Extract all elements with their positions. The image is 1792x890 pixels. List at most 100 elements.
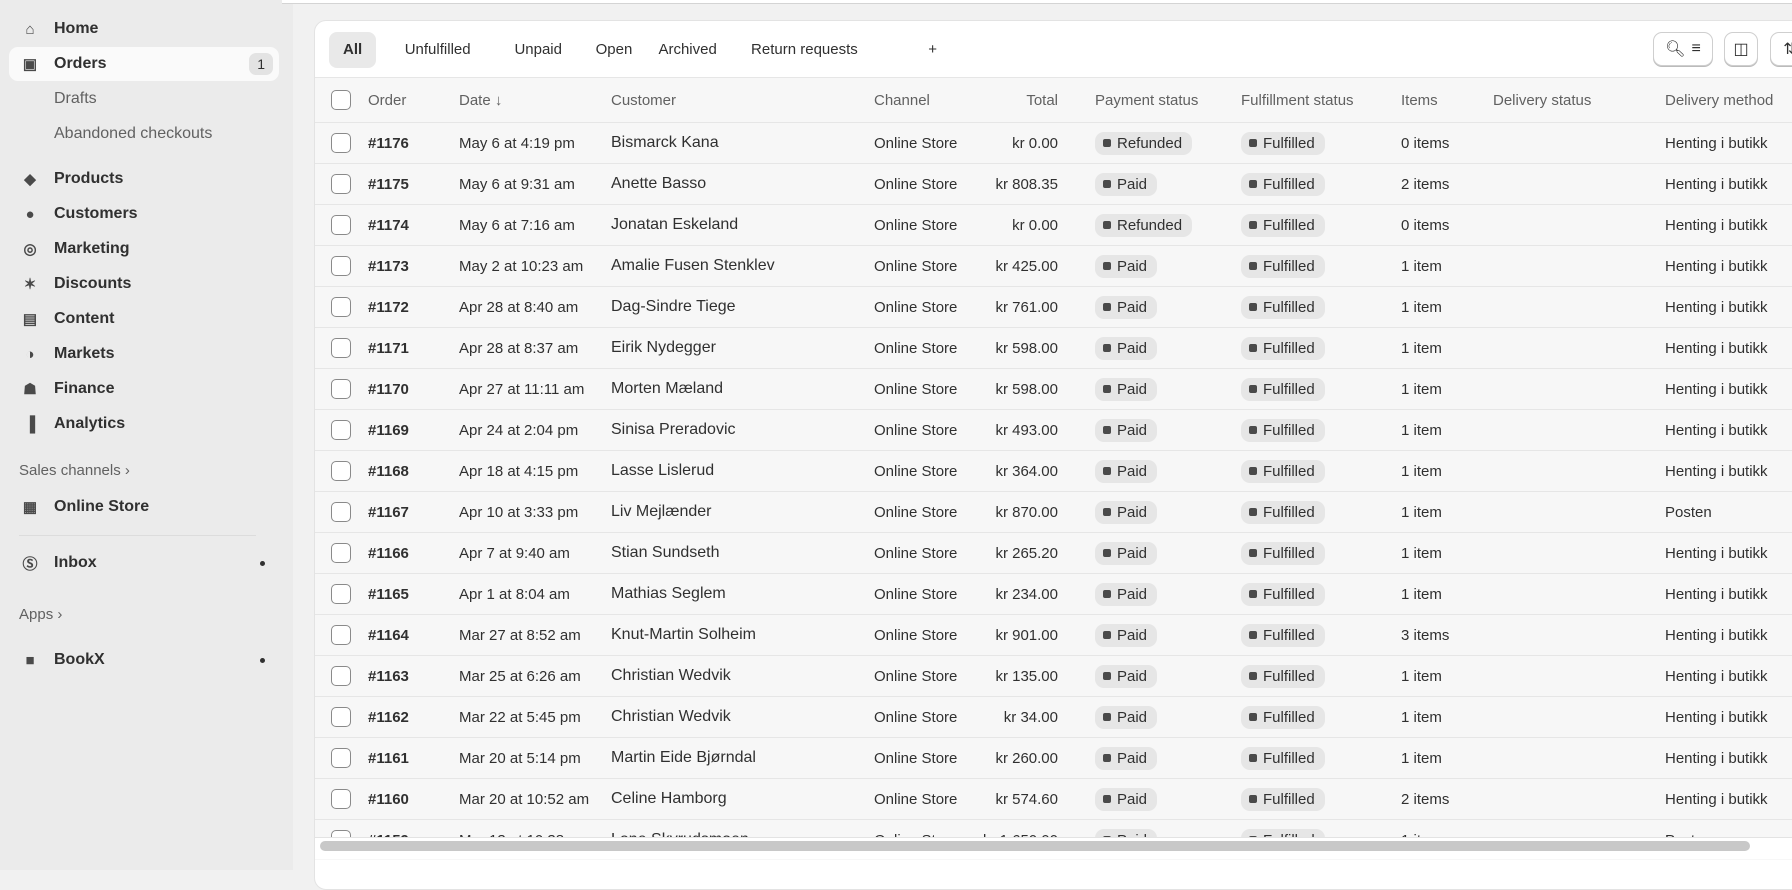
table-row[interactable]: #1162 Mar 22 at 5:45 pm Christian Wedvik…	[315, 696, 1792, 737]
col-items[interactable]: Items	[1401, 78, 1438, 122]
items-count[interactable]: 1 item	[1401, 287, 1442, 327]
order-number[interactable]: #1176	[368, 123, 409, 163]
table-row[interactable]: #1171 Apr 28 at 8:37 am Eirik Nydegger O…	[315, 327, 1792, 368]
items-count[interactable]: 1 item	[1401, 574, 1442, 614]
items-count[interactable]: 1 item	[1401, 656, 1442, 696]
row-checkbox[interactable]	[331, 707, 351, 727]
sidebar-item-products[interactable]: ◆ Products	[9, 162, 279, 196]
sidebar-item-markets[interactable]: ◑ Markets	[9, 337, 279, 371]
order-number[interactable]: #1170	[368, 369, 409, 409]
order-number[interactable]: #1160	[368, 779, 409, 819]
table-row[interactable]: #1160 Mar 20 at 10:52 am Celine Hamborg …	[315, 778, 1792, 819]
sales-channels-link[interactable]: Sales channels ›	[19, 462, 130, 479]
row-checkbox[interactable]	[331, 625, 351, 645]
col-order[interactable]: Order	[368, 78, 406, 122]
row-checkbox[interactable]	[331, 256, 351, 276]
table-row[interactable]: #1163 Mar 25 at 6:26 am Christian Wedvik…	[315, 655, 1792, 696]
apps-link[interactable]: Apps ›	[19, 606, 62, 623]
table-row[interactable]: #1174 May 6 at 7:16 am Jonatan Eskeland …	[315, 204, 1792, 245]
col-customer[interactable]: Customer	[611, 78, 676, 122]
table-row[interactable]: #1167 Apr 10 at 3:33 pm Liv Mejlænder On…	[315, 491, 1792, 532]
table-row[interactable]: #1169 Apr 24 at 2:04 pm Sinisa Preradovi…	[315, 409, 1792, 450]
col-delivery-method[interactable]: Delivery method	[1665, 78, 1773, 122]
sidebar-item-home[interactable]: ⌂ Home	[9, 12, 279, 46]
order-number[interactable]: #1165	[368, 574, 409, 614]
sidebar-item-content[interactable]: ▤ Content	[9, 302, 279, 336]
order-number[interactable]: #1162	[368, 697, 409, 737]
col-date[interactable]: Date ↓	[459, 78, 502, 122]
sidebar-item-discounts[interactable]: ✶ Discounts	[9, 267, 279, 301]
tab-add-view[interactable]: +	[914, 32, 951, 68]
items-count[interactable]: 0 items	[1401, 123, 1449, 163]
tab-unpaid[interactable]: Unpaid	[500, 32, 576, 68]
order-number[interactable]: #1168	[368, 451, 409, 491]
order-number[interactable]: #1171	[368, 328, 409, 368]
table-row[interactable]: #1173 May 2 at 10:23 am Amalie Fusen Ste…	[315, 245, 1792, 286]
items-count[interactable]: 1 item	[1401, 533, 1442, 573]
order-number[interactable]: #1169	[368, 410, 409, 450]
tab-open[interactable]: Open	[582, 32, 647, 68]
order-number[interactable]: #1172	[368, 287, 409, 327]
row-checkbox[interactable]	[331, 420, 351, 440]
tab-archived[interactable]: Archived	[644, 32, 730, 68]
sidebar-item-inbox[interactable]: Ⓢ Inbox	[9, 546, 279, 580]
table-row[interactable]: #1165 Apr 1 at 8:04 am Mathias Seglem On…	[315, 573, 1792, 614]
items-count[interactable]: 1 item	[1401, 697, 1442, 737]
items-count[interactable]: 1 item	[1401, 451, 1442, 491]
row-checkbox[interactable]	[331, 584, 351, 604]
tab-unfulfilled[interactable]: Unfulfilled	[391, 32, 485, 68]
sidebar-item-finance[interactable]: ☗ Finance	[9, 372, 279, 406]
row-checkbox[interactable]	[331, 543, 351, 563]
sidebar-item-drafts[interactable]: Drafts	[9, 82, 279, 116]
row-checkbox[interactable]	[331, 133, 351, 153]
items-count[interactable]: 1 item	[1401, 738, 1442, 778]
order-number[interactable]: #1175	[368, 164, 409, 204]
items-count[interactable]: 2 items	[1401, 164, 1449, 204]
order-number[interactable]: #1167	[368, 492, 409, 532]
table-row[interactable]: #1161 Mar 20 at 5:14 pm Martin Eide Bjør…	[315, 737, 1792, 778]
items-count[interactable]: 1 item	[1401, 492, 1442, 532]
col-fulfillment-status[interactable]: Fulfillment status	[1241, 78, 1354, 122]
table-row[interactable]: #1172 Apr 28 at 8:40 am Dag-Sindre Tiege…	[315, 286, 1792, 327]
search-filter-button[interactable]: 🔍︎ ≡	[1653, 32, 1713, 66]
table-row[interactable]: #1170 Apr 27 at 11:11 am Morten Mæland O…	[315, 368, 1792, 409]
items-count[interactable]: 1 item	[1401, 410, 1442, 450]
items-count[interactable]: 1 item	[1401, 246, 1442, 286]
sidebar-item-online-store[interactable]: ▦ Online Store	[9, 490, 279, 524]
col-total[interactable]: Total	[1026, 78, 1058, 122]
col-delivery-status[interactable]: Delivery status	[1493, 78, 1591, 122]
row-checkbox[interactable]	[331, 338, 351, 358]
tab-return-requests[interactable]: Return requests	[737, 32, 872, 68]
table-row[interactable]: #1175 May 6 at 9:31 am Anette Basso Onli…	[315, 163, 1792, 204]
row-checkbox[interactable]	[331, 502, 351, 522]
sort-button[interactable]: ⇅	[1770, 32, 1792, 66]
order-number[interactable]: #1164	[368, 615, 409, 655]
items-count[interactable]: 3 items	[1401, 615, 1449, 655]
items-count[interactable]: 2 items	[1401, 779, 1449, 819]
items-count[interactable]: 1 item	[1401, 369, 1442, 409]
row-checkbox[interactable]	[331, 461, 351, 481]
items-count[interactable]: 1 item	[1401, 328, 1442, 368]
col-channel[interactable]: Channel	[874, 78, 930, 122]
row-checkbox[interactable]	[331, 297, 351, 317]
order-number[interactable]: #1174	[368, 205, 409, 245]
col-payment-status[interactable]: Payment status	[1095, 78, 1198, 122]
table-row[interactable]: #1168 Apr 18 at 4:15 pm Lasse Lislerud O…	[315, 450, 1792, 491]
table-row[interactable]: #1164 Mar 27 at 8:52 am Knut-Martin Solh…	[315, 614, 1792, 655]
horizontal-scrollbar[interactable]	[320, 841, 1750, 851]
order-number[interactable]: #1173	[368, 246, 409, 286]
columns-button[interactable]: ◫	[1724, 32, 1758, 66]
items-count[interactable]: 0 items	[1401, 205, 1449, 245]
tab-all[interactable]: All	[329, 32, 377, 68]
sidebar-item-abandoned-checkouts[interactable]: Abandoned checkouts	[9, 117, 279, 151]
sidebar-item-customers[interactable]: ● Customers	[9, 197, 279, 231]
row-checkbox[interactable]	[331, 215, 351, 235]
order-number[interactable]: #1161	[368, 738, 409, 778]
row-checkbox[interactable]	[331, 789, 351, 809]
table-row[interactable]: #1166 Apr 7 at 9:40 am Stian Sundseth On…	[315, 532, 1792, 573]
sidebar-item-orders[interactable]: ▣ Orders 1	[9, 47, 279, 81]
row-checkbox[interactable]	[331, 379, 351, 399]
order-number[interactable]: #1166	[368, 533, 409, 573]
row-checkbox[interactable]	[331, 666, 351, 686]
table-row[interactable]: #1176 May 6 at 4:19 pm Bismarck Kana Onl…	[315, 122, 1792, 163]
